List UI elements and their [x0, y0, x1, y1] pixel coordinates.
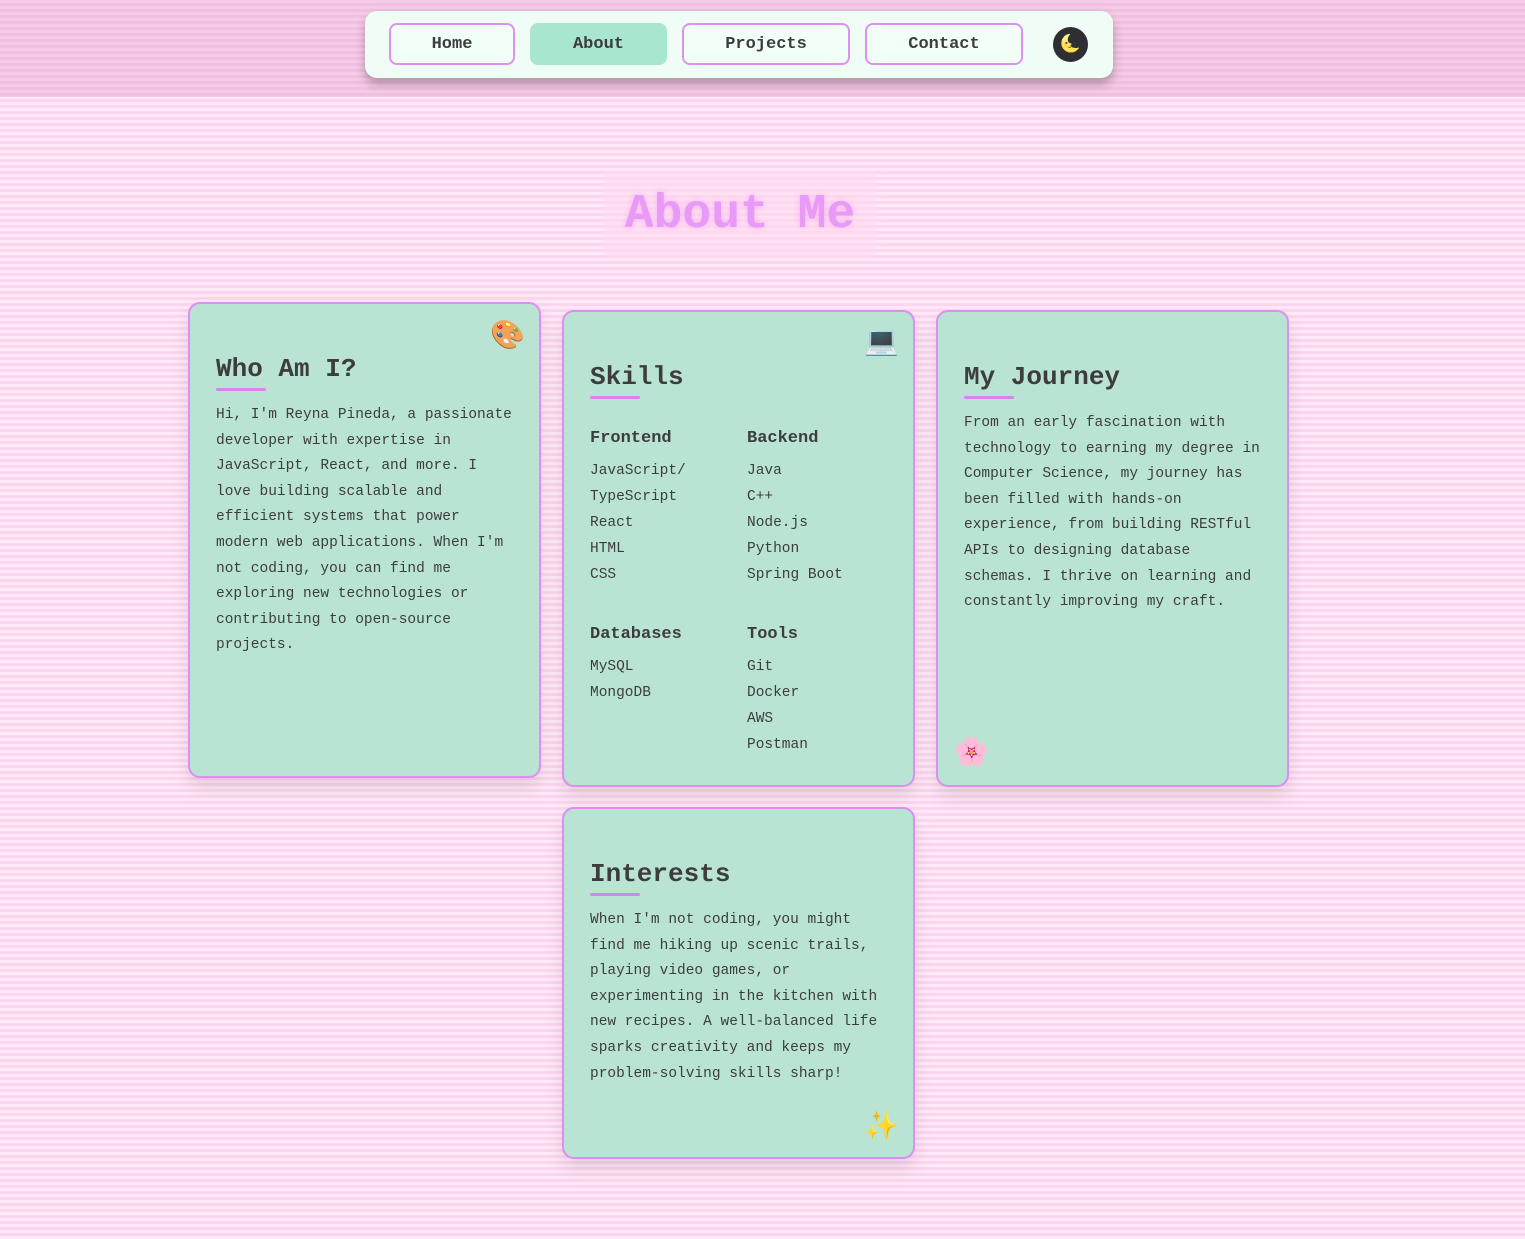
card-text: Hi, I'm Reyna Pineda, a passionate devel…: [216, 407, 512, 654]
card-title: Skills: [590, 362, 684, 392]
palette-icon: 🎨: [490, 322, 525, 353]
top-navbar: Home About Projects Contact 🌜: [365, 11, 1113, 78]
skill-item: C++: [747, 489, 774, 505]
skills-card: 💻 Skills Frontend JavaScript/ TypeScript…: [562, 310, 915, 787]
title-underline: [590, 893, 640, 896]
title-underline: [590, 396, 640, 399]
skill-item: Spring Boot: [747, 567, 843, 583]
skill-group-heading: Databases: [590, 625, 682, 644]
who-am-i-card: 🎨 Who Am I? Hi, I'm Reyna Pineda, a pass…: [188, 302, 541, 778]
skill-item: React: [590, 515, 634, 531]
card-title: Interests: [590, 859, 731, 889]
nav-home-button[interactable]: Home: [389, 23, 515, 65]
skill-item: MySQL: [590, 659, 634, 675]
skill-item: Docker: [747, 685, 800, 701]
title-underline: [216, 388, 266, 391]
skill-item: TypeScript: [590, 489, 678, 505]
laptop-icon: 💻: [864, 328, 899, 359]
skill-group-databases: Databases MySQL MongoDB: [590, 624, 740, 706]
card-text: When I'm not coding, you might find me h…: [590, 912, 878, 1082]
skill-group-tools: Tools Git Docker AWS Postman: [747, 624, 897, 758]
skill-item: JavaScript/: [590, 463, 686, 479]
skill-item: Postman: [747, 737, 808, 753]
interests-card: Interests When I'm not coding, you might…: [562, 807, 915, 1159]
skill-item: AWS: [747, 711, 774, 727]
skill-group-heading: Frontend: [590, 429, 672, 448]
skill-item: Node.js: [747, 515, 808, 531]
sparkles-icon: ✨: [864, 1113, 899, 1144]
skill-item: Git: [747, 659, 774, 675]
skill-item: Java: [747, 463, 782, 479]
skill-group-heading: Tools: [747, 625, 799, 644]
skill-group-heading: Backend: [747, 429, 819, 448]
skill-item: MongoDB: [590, 685, 651, 701]
skill-item: HTML: [590, 541, 625, 557]
theme-toggle-button[interactable]: 🌜: [1053, 27, 1088, 62]
skill-item: Python: [747, 541, 800, 557]
nav-contact-button[interactable]: Contact: [865, 23, 1023, 65]
card-text: From an early fascination with technolog…: [964, 415, 1260, 611]
card-title: My Journey: [964, 362, 1121, 392]
title-underline: [964, 396, 1014, 399]
skill-group-frontend: Frontend JavaScript/ TypeScript React HT…: [590, 428, 740, 588]
moon-icon: 🌜: [1059, 36, 1082, 55]
skill-item: CSS: [590, 567, 617, 583]
nav-about-button[interactable]: About: [530, 23, 667, 65]
nav-projects-button[interactable]: Projects: [682, 23, 850, 65]
my-journey-card: My Journey From an early fascination wit…: [936, 310, 1289, 787]
card-title: Who Am I?: [216, 354, 357, 384]
page-title-box: About Me: [604, 172, 876, 258]
cherry-blossom-icon: 🌸: [954, 739, 989, 770]
page-title: About Me: [624, 188, 856, 242]
skill-group-backend: Backend Java C++ Node.js Python Spring B…: [747, 428, 897, 588]
